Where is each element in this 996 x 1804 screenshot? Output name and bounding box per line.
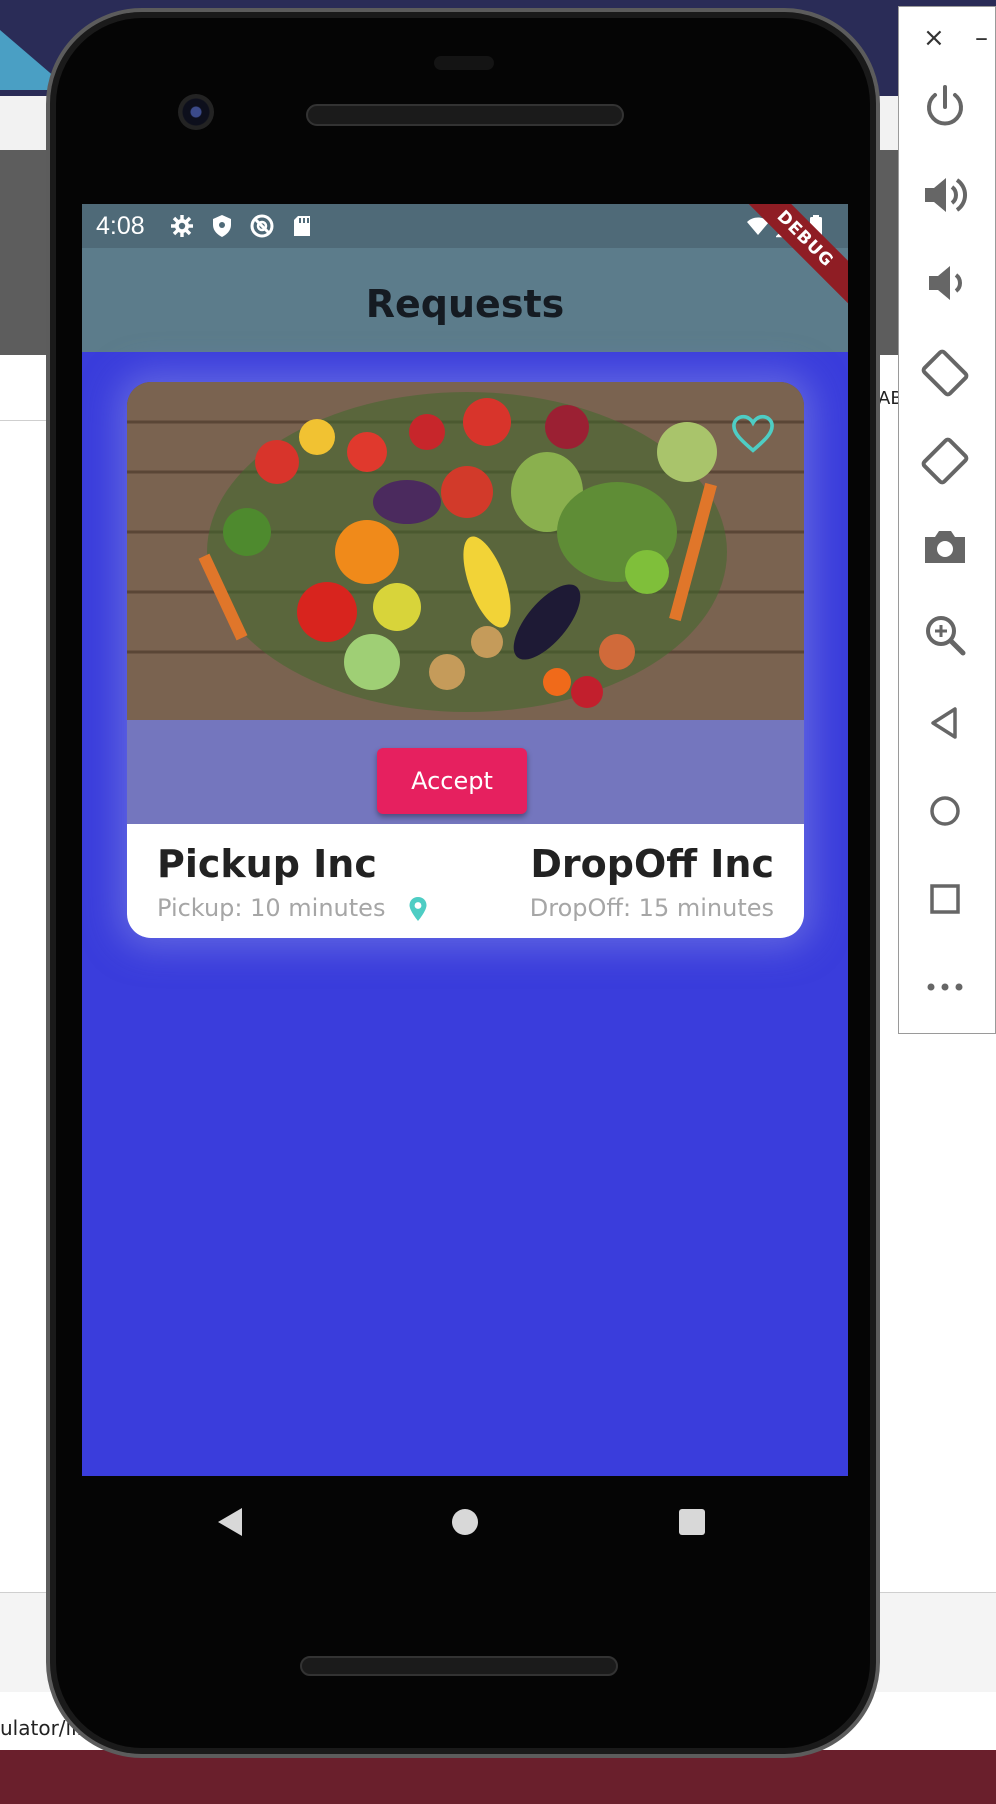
volume-up-icon[interactable]	[919, 169, 971, 221]
sd-card-icon	[294, 216, 310, 236]
status-bar: 4:08	[82, 204, 848, 248]
produce-image	[127, 382, 804, 720]
camera-icon[interactable]	[919, 521, 971, 573]
emulator-close-button[interactable]: ×	[923, 23, 945, 53]
front-camera	[178, 94, 214, 130]
emulator-minimize-button[interactable]: –	[975, 23, 988, 53]
dropoff-name: DropOff Inc	[530, 842, 774, 886]
home-icon[interactable]	[919, 785, 971, 837]
power-icon[interactable]	[919, 81, 971, 133]
no-disturb-icon	[250, 214, 274, 238]
pickup-time: Pickup: 10 minutes	[157, 894, 386, 922]
recents-icon[interactable]	[664, 1494, 720, 1550]
app-bar: Requests	[82, 248, 848, 352]
back-icon[interactable]	[919, 697, 971, 749]
status-time: 4:08	[96, 212, 145, 240]
back-icon[interactable]	[202, 1494, 258, 1550]
location-pin-icon	[409, 897, 427, 921]
phone-earpiece	[306, 104, 624, 126]
rotate-right-icon[interactable]	[919, 433, 971, 485]
more-icon[interactable]	[919, 961, 971, 1013]
zoom-icon[interactable]	[919, 609, 971, 661]
desktop-taskbar	[0, 1750, 996, 1804]
settings-icon	[171, 215, 193, 237]
volume-down-icon[interactable]	[919, 257, 971, 309]
shield-icon	[213, 215, 231, 237]
dropoff-time: DropOff: 15 minutes	[529, 894, 774, 922]
page-title: Requests	[365, 282, 565, 326]
request-card: Accept Pickup Inc Pickup: 10 minutes Dro…	[127, 382, 804, 938]
home-icon[interactable]	[437, 1494, 493, 1550]
accept-button[interactable]: Accept	[377, 748, 527, 814]
phone-sensor	[434, 56, 494, 70]
heart-outline-icon[interactable]	[731, 414, 775, 454]
emulator-controls: × –	[898, 6, 996, 1034]
rotate-left-icon[interactable]	[919, 345, 971, 397]
phone-screen: 4:08 Requests DEBUG Accept Pickup Inc Pi…	[82, 204, 848, 1476]
overview-icon[interactable]	[919, 873, 971, 925]
phone-speaker	[300, 1656, 618, 1676]
pickup-name: Pickup Inc	[157, 842, 377, 886]
android-nav-bar	[82, 1476, 848, 1566]
